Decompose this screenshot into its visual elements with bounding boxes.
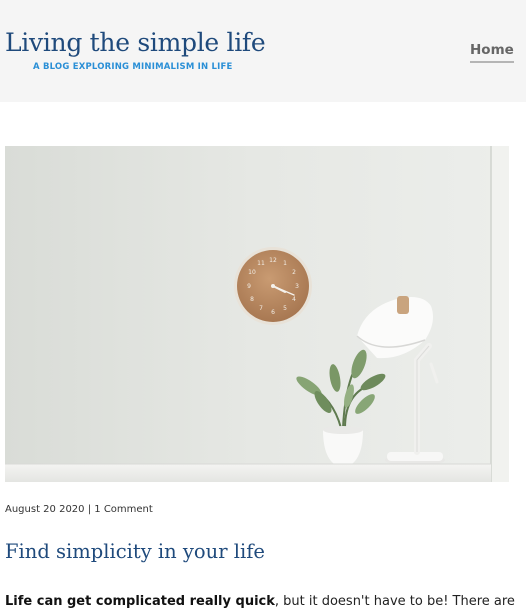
post-featured-image[interactable]: 12 1 2 3 4 5 6 7 8 9 10 11 (5, 146, 509, 482)
door-frame (491, 146, 509, 482)
svg-text:8: 8 (250, 296, 254, 303)
excerpt-text: , but it doesn't have to be! There are (274, 594, 515, 609)
white-desk (5, 463, 491, 482)
wall-clock: 12 1 2 3 4 5 6 7 8 9 10 11 (234, 247, 312, 325)
post-title[interactable]: Find simplicity in your life (5, 540, 265, 563)
svg-text:10: 10 (248, 269, 256, 276)
post-meta: August 20 2020 | 1 Comment (5, 504, 153, 515)
comments-link[interactable]: 1 Comment (94, 504, 153, 515)
minimalist-room-illustration: 12 1 2 3 4 5 6 7 8 9 10 11 (5, 146, 509, 482)
svg-text:11: 11 (257, 260, 265, 267)
svg-text:3: 3 (295, 283, 299, 290)
site-header: Living the simple life A BLOG EXPLORING … (0, 0, 526, 102)
nav-home-link[interactable]: Home (470, 42, 514, 63)
svg-text:5: 5 (283, 305, 287, 312)
svg-text:1: 1 (283, 260, 287, 267)
site-title[interactable]: Living the simple life (5, 28, 266, 57)
excerpt-bold: Life can get complicated really quick (5, 594, 275, 609)
svg-text:4: 4 (292, 296, 296, 303)
svg-text:9: 9 (247, 283, 251, 290)
post-date: August 20 2020 (5, 504, 85, 515)
svg-text:7: 7 (259, 305, 263, 312)
svg-text:2: 2 (292, 269, 296, 276)
post-excerpt: Life can get complicated really quick, b… (5, 594, 515, 609)
svg-text:6: 6 (271, 309, 275, 316)
site-tagline: A BLOG EXPLORING MINIMALISM IN LIFE (33, 62, 233, 72)
svg-text:12: 12 (269, 257, 277, 264)
meta-separator: | (87, 504, 92, 515)
